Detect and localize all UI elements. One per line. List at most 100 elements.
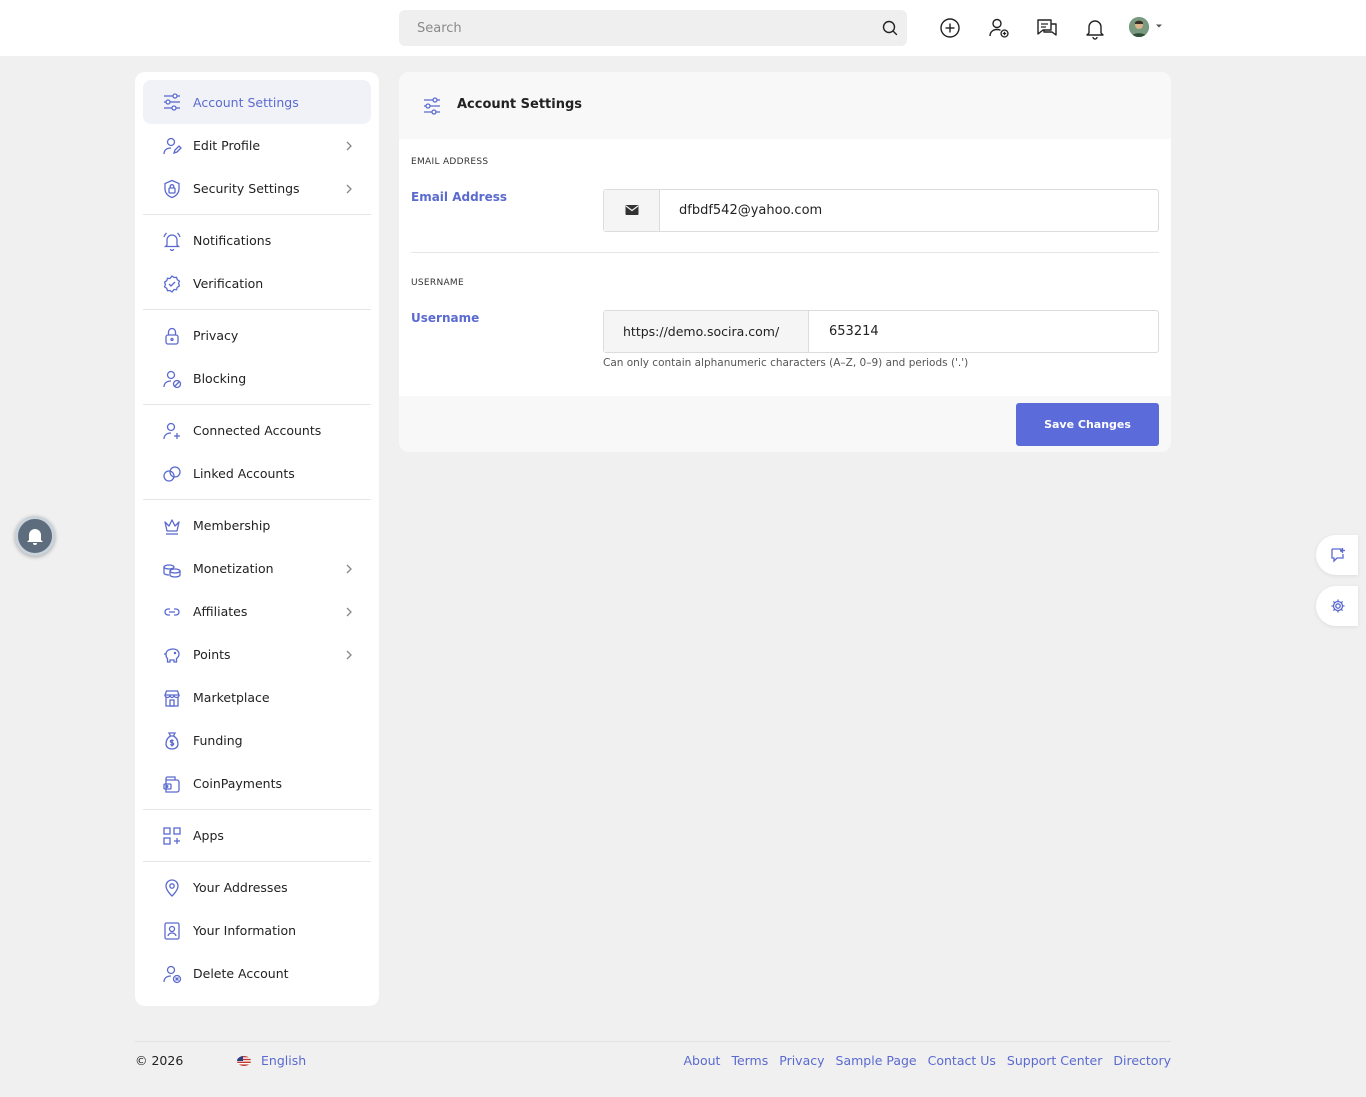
sidebar-item-label: Edit Profile [193, 138, 261, 153]
search-icon[interactable] [881, 19, 899, 37]
sidebar-item-label: Monetization [193, 561, 274, 576]
copyright-text: © 2026 [135, 1053, 184, 1068]
sidebar-item-points[interactable]: Points [143, 633, 371, 676]
add-circle-icon[interactable] [938, 16, 962, 40]
sidebar-item-your-addresses[interactable]: Your Addresses [143, 866, 371, 909]
username-field[interactable] [810, 311, 1158, 352]
sliders-icon [422, 96, 442, 116]
email-addon [604, 190, 660, 231]
sidebar-item-label: Security Settings [193, 181, 300, 196]
sidebar-item-label: Blocking [193, 371, 247, 386]
sidebar-item-label: Delete Account [193, 966, 289, 981]
sidebar-item-label: Notifications [193, 233, 272, 248]
store-icon [162, 688, 182, 708]
sidebar-item-monetization[interactable]: Monetization [143, 547, 371, 590]
footer-links: About Terms Privacy Sample Page Contact … [683, 1053, 1171, 1068]
sidebar-item-label: Points [193, 647, 231, 662]
bell-icon [26, 526, 44, 546]
sidebar-item-label: Verification [193, 276, 264, 291]
top-bar [0, 0, 1366, 56]
email-section-caption: EMAIL ADDRESS [411, 157, 489, 167]
feedback-button[interactable] [1316, 535, 1358, 575]
avatar[interactable] [1129, 17, 1149, 37]
sidebar-item-security-settings[interactable]: Security Settings [143, 167, 371, 210]
badge-check-icon [162, 274, 182, 294]
sidebar-item-notifications[interactable]: Notifications [143, 219, 371, 262]
sidebar-item-membership[interactable]: Membership [143, 504, 371, 547]
sidebar-item-funding[interactable]: Funding [143, 719, 371, 762]
sidebar-item-connected-accounts[interactable]: Connected Accounts [143, 409, 371, 452]
save-button[interactable]: Save Changes [1016, 403, 1159, 446]
search-box [399, 10, 907, 46]
sidebar-item-apps[interactable]: Apps [143, 814, 371, 857]
email-label: Email Address [411, 190, 508, 204]
chain-icon [162, 602, 182, 622]
sidebar-item-marketplace[interactable]: Marketplace [143, 676, 371, 719]
gear-icon [1330, 598, 1346, 614]
add-user-icon[interactable] [987, 16, 1011, 40]
chevron-right-icon [345, 184, 353, 194]
sidebar-item-privacy[interactable]: Privacy [143, 314, 371, 357]
sidebar-item-label: Apps [193, 828, 224, 843]
map-pin-icon [162, 878, 182, 898]
settings-float-button[interactable] [1316, 586, 1358, 626]
id-card-icon [162, 921, 182, 941]
bell-icon[interactable] [1083, 16, 1107, 40]
sidebar-divider [143, 499, 371, 500]
chat-add-icon [1330, 547, 1346, 563]
notification-bell-button[interactable] [15, 516, 55, 556]
chevron-right-icon [345, 650, 353, 660]
lock-icon [162, 326, 182, 346]
footer-link-directory[interactable]: Directory [1113, 1053, 1171, 1068]
sidebar-item-your-information[interactable]: Your Information [143, 909, 371, 952]
sliders-icon [162, 92, 182, 112]
chevron-right-icon [345, 141, 353, 151]
piggy-bank-icon [162, 645, 182, 665]
footer-link-support-center[interactable]: Support Center [1007, 1053, 1102, 1068]
footer-link-about[interactable]: About [683, 1053, 720, 1068]
username-help-text: Can only contain alphanumeric characters… [603, 357, 969, 369]
sidebar-item-label: Affiliates [193, 604, 248, 619]
chevron-right-icon [345, 607, 353, 617]
crown-icon [162, 516, 182, 536]
sidebar-divider [143, 404, 371, 405]
sidebar-item-label: Privacy [193, 328, 239, 343]
email-field[interactable] [661, 190, 1158, 231]
sidebar-item-label: Marketplace [193, 690, 270, 705]
apps-icon [162, 826, 182, 846]
footer-link-privacy[interactable]: Privacy [779, 1053, 824, 1068]
sidebar-divider [143, 809, 371, 810]
user-delete-icon [162, 964, 182, 984]
username-input-group: https://demo.socira.com/ [603, 310, 1159, 353]
sidebar-item-account-settings[interactable]: Account Settings [143, 80, 371, 124]
search-input[interactable] [399, 10, 859, 46]
coins-icon [162, 559, 182, 579]
messages-icon[interactable] [1035, 16, 1059, 40]
chevron-down-icon[interactable] [1155, 22, 1163, 30]
sidebar-item-label: Connected Accounts [193, 423, 322, 438]
page-title: Account Settings [457, 97, 583, 112]
sidebar-item-label: Membership [193, 518, 271, 533]
sidebar-item-label: Funding [193, 733, 243, 748]
footer-link-sample-page[interactable]: Sample Page [836, 1053, 917, 1068]
footer-link-contact-us[interactable]: Contact Us [928, 1053, 996, 1068]
username-url-prefix: https://demo.socira.com/ [604, 311, 809, 352]
card-header: Account Settings [399, 72, 1171, 139]
sidebar-item-label: Linked Accounts [193, 466, 295, 481]
sidebar-item-label: Your Information [193, 923, 297, 938]
sidebar-item-label: Account Settings [193, 94, 299, 110]
money-bag-icon [162, 731, 182, 751]
sidebar-item-verification[interactable]: Verification [143, 262, 371, 305]
sidebar-item-affiliates[interactable]: Affiliates [143, 590, 371, 633]
sidebar-item-blocking[interactable]: Blocking [143, 357, 371, 400]
username-label: Username [411, 311, 480, 325]
sidebar-divider [143, 861, 371, 862]
sidebar-item-edit-profile[interactable]: Edit Profile [143, 124, 371, 167]
footer-link-terms[interactable]: Terms [731, 1053, 768, 1068]
sidebar-item-coinpayments[interactable]: CoinPayments [143, 762, 371, 805]
us-flag-icon [237, 1055, 251, 1066]
sidebar-item-delete-account[interactable]: Delete Account [143, 952, 371, 995]
language-label: English [261, 1053, 307, 1068]
language-selector[interactable]: English [237, 1053, 306, 1068]
sidebar-item-linked-accounts[interactable]: Linked Accounts [143, 452, 371, 495]
